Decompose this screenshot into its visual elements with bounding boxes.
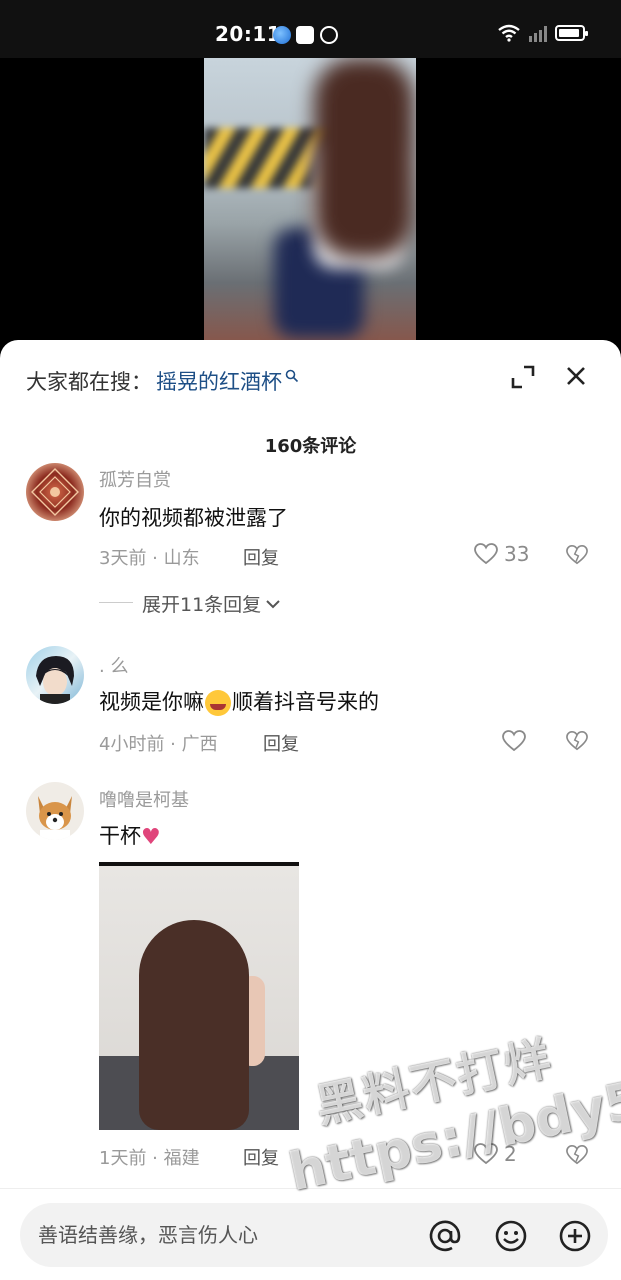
comment-username[interactable]: 噜噜是柯基: [99, 786, 189, 812]
laughing-emoji-icon: [205, 690, 231, 716]
heart-icon[interactable]: [502, 730, 526, 752]
comment-input-pill: [20, 1203, 608, 1267]
comment-meta: 4小时前 · 广西: [99, 734, 218, 755]
comment-username[interactable]: 孤芳自赏: [99, 466, 171, 492]
close-icon[interactable]: [562, 362, 590, 390]
like-button[interactable]: 2: [474, 1142, 517, 1166]
finger-heart-emoji-icon: ♥: [141, 824, 161, 850]
comment-text-part: 干杯: [99, 824, 141, 848]
comment-input-bar: [0, 1188, 621, 1280]
comment-text-part: 顺着抖音号来的: [232, 690, 379, 714]
comment-meta: 3天前 · 山东: [99, 548, 200, 569]
video-thumbnail: [204, 58, 416, 358]
like-count: 33: [504, 542, 530, 566]
globe-icon: [273, 26, 291, 44]
heart-icon: [474, 1143, 498, 1165]
comment-username[interactable]: . 么: [99, 652, 128, 678]
reply-button[interactable]: 回复: [243, 1144, 279, 1170]
reply-button[interactable]: 回复: [263, 730, 299, 756]
hotspot-icon: [320, 26, 338, 44]
battery-icon: [555, 25, 588, 41]
like-button[interactable]: 33: [474, 542, 529, 566]
chevron-down-icon: [266, 599, 280, 608]
comment-text: 你的视频都被泄露了: [99, 506, 288, 530]
comment-sheet: 大家都在搜： 摇晃的红酒杯 160条评论 孤芳自赏 你的视频都被泄露了 3天前 …: [0, 340, 621, 1280]
heart-icon: [474, 543, 498, 565]
comment-input[interactable]: [38, 1203, 418, 1267]
signal-icon: [529, 26, 547, 42]
dislike-icon[interactable]: [566, 544, 588, 566]
expand-divider: [99, 602, 133, 603]
status-bar: 20:11: [0, 0, 621, 58]
comment-attached-image[interactable]: [99, 862, 299, 1130]
avatar[interactable]: [26, 463, 84, 521]
status-time: 20:11: [215, 22, 282, 46]
wifi-icon: [498, 24, 520, 42]
comment-meta: 1天前 · 福建: [99, 1148, 200, 1169]
status-right-group: [497, 24, 588, 42]
comment-text: 干杯♥: [99, 820, 161, 850]
search-icon: [285, 369, 299, 383]
comment-count-title: 160条评论: [264, 436, 357, 457]
emoji-icon[interactable]: [494, 1219, 528, 1253]
comment-text: 视频是你嘛 顺着抖音号来的: [99, 686, 379, 716]
trending-search-prefix: 大家都在搜：: [26, 370, 152, 394]
video-player[interactable]: [0, 58, 621, 358]
at-icon[interactable]: [428, 1219, 462, 1253]
reply-button[interactable]: 回复: [243, 544, 279, 570]
trending-search[interactable]: 大家都在搜： 摇晃的红酒杯: [26, 366, 299, 396]
plus-icon[interactable]: [558, 1219, 592, 1253]
cat-app-icon: [296, 26, 314, 44]
expand-replies-label: 展开11条回复: [142, 594, 262, 616]
trending-search-term[interactable]: 摇晃的红酒杯: [156, 366, 282, 396]
dislike-icon[interactable]: [566, 730, 588, 752]
avatar[interactable]: [26, 782, 84, 840]
expand-icon[interactable]: [510, 364, 536, 390]
avatar[interactable]: [26, 646, 84, 704]
dislike-icon[interactable]: [566, 1144, 588, 1166]
like-count: 2: [504, 1142, 517, 1166]
comment-text-part: 视频是你嘛: [99, 690, 204, 714]
expand-replies-button[interactable]: 展开11条回复: [142, 590, 281, 617]
